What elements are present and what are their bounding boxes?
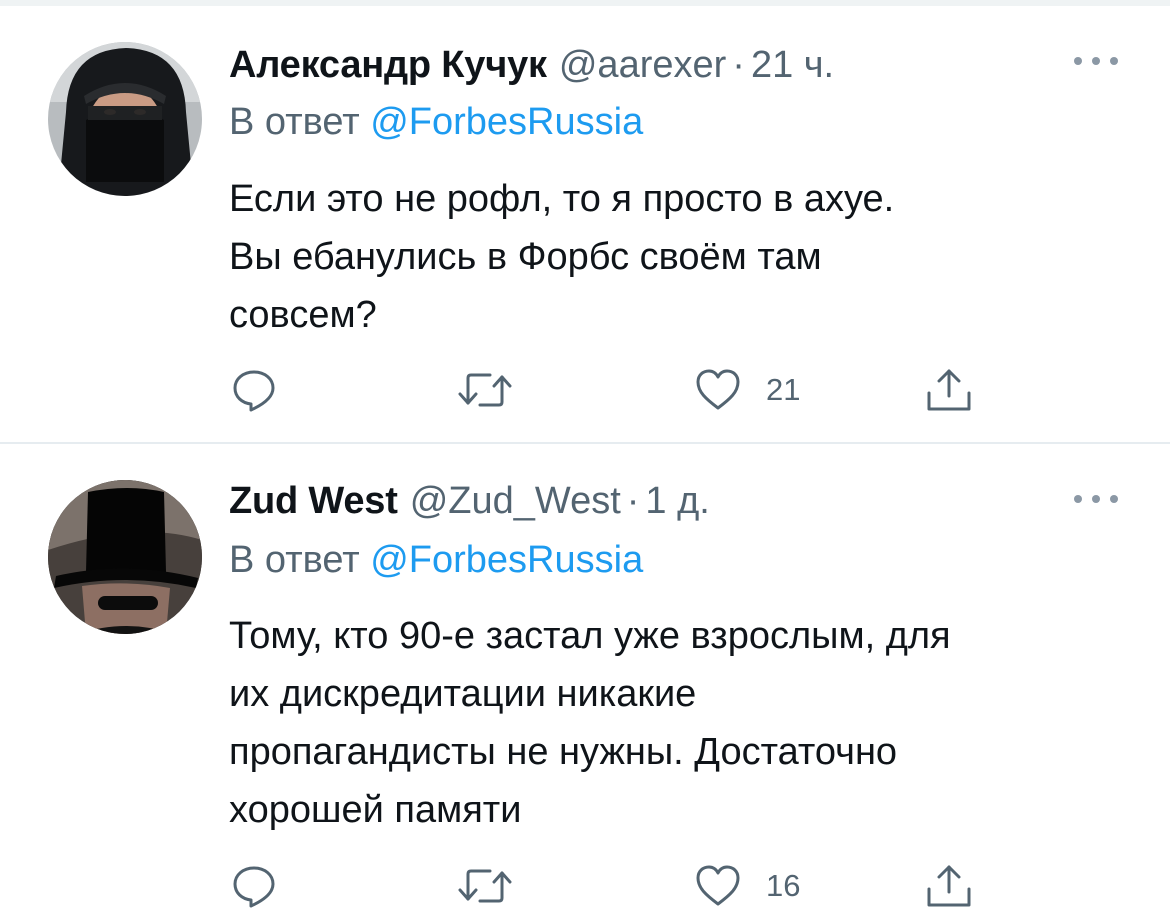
share-icon — [927, 369, 971, 411]
tweet-text-line: их дискредитации никакие — [229, 673, 697, 715]
like-button[interactable]: 21 — [694, 365, 800, 415]
avatar[interactable] — [48, 480, 202, 634]
retweet-icon — [458, 869, 512, 903]
retweet-icon — [458, 373, 512, 407]
like-count: 21 — [766, 372, 801, 407]
author-name[interactable]: Александр Кучук — [229, 44, 547, 86]
tweet-text-line: совсем? — [229, 294, 377, 336]
more-button[interactable] — [1074, 484, 1118, 514]
timestamp[interactable]: 1 д. — [645, 480, 709, 522]
reply-prefix: В ответ — [229, 101, 360, 143]
reply-context: В ответ @ForbesRussia — [229, 98, 643, 146]
author-name[interactable]: Zud West — [229, 480, 398, 522]
more-icon — [1074, 57, 1082, 65]
tweet-text-line: хорошей памяти — [229, 789, 522, 831]
timestamp[interactable]: 21 ч. — [751, 44, 834, 86]
share-icon — [927, 865, 971, 907]
reply-context: В ответ @ForbesRussia — [229, 536, 643, 584]
share-button[interactable] — [925, 365, 973, 415]
tweet-header: Zud West @Zud_West · 1 д. — [229, 476, 710, 526]
retweet-button[interactable] — [456, 365, 514, 415]
more-icon — [1074, 495, 1082, 503]
tweet-text-line: Тому, кто 90-е застал уже взрослым, для — [229, 615, 951, 657]
tweet-text-line: Вы ебанулись в Форбс своём там — [229, 236, 822, 278]
tweet-text: Если это не рофл, то я просто в ахуе. Вы… — [229, 170, 1139, 344]
tweet-text-line: Если это не рофл, то я просто в ахуе. — [229, 178, 895, 220]
author-handle[interactable]: @Zud_West — [410, 480, 621, 522]
avatar[interactable] — [48, 42, 202, 196]
tweet[interactable]: Zud West @Zud_West · 1 д. В ответ @ForbesRu… — [0, 443, 1170, 908]
reply-icon — [233, 370, 275, 412]
like-icon — [696, 865, 740, 906]
separator-dot: · — [626, 480, 640, 522]
reply-to-mention[interactable]: @ForbesRussia — [370, 101, 643, 143]
tweet[interactable]: Александр Кучук @aarexer · 21 ч. В ответ @F… — [0, 0, 1170, 443]
tweet-text-line: пропагандисты не нужны. Достаточно — [229, 731, 898, 773]
reply-button[interactable] — [231, 365, 277, 415]
separator-dot: · — [732, 44, 745, 86]
like-button[interactable]: 16 — [694, 861, 800, 911]
reply-prefix: В ответ — [229, 539, 360, 581]
more-button[interactable] — [1074, 46, 1118, 76]
share-button[interactable] — [925, 861, 973, 911]
reply-button[interactable] — [231, 861, 277, 911]
reply-to-mention[interactable]: @ForbesRussia — [370, 539, 643, 581]
reply-icon — [233, 866, 275, 908]
tweet-text: Тому, кто 90-е застал уже взрослым, для … — [229, 607, 1139, 839]
like-count: 16 — [766, 868, 801, 903]
author-handle[interactable]: @aarexer — [559, 44, 726, 86]
tweet-header: Александр Кучук @aarexer · 21 ч. — [229, 40, 834, 90]
retweet-button[interactable] — [456, 861, 514, 911]
like-icon — [696, 369, 740, 410]
